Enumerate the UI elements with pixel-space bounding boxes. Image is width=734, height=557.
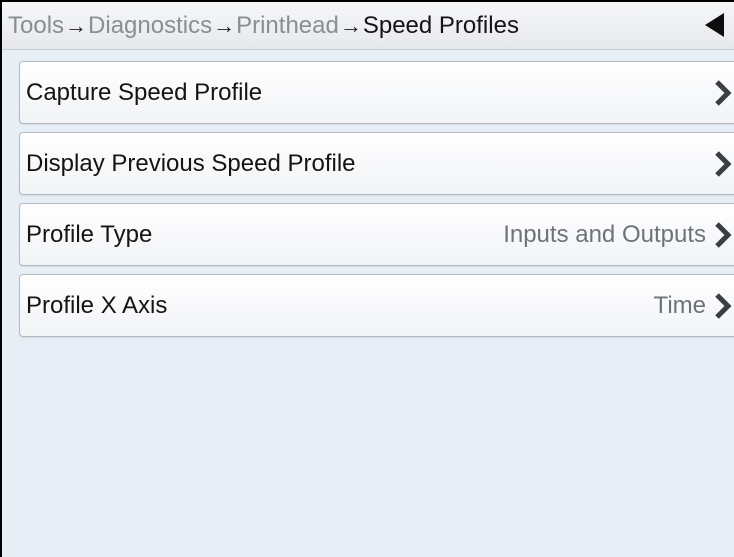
breadcrumb-item-tools[interactable]: Tools [8,12,64,39]
menu-item-label: Display Previous Speed Profile [26,150,356,177]
menu-item-profile-x-axis[interactable]: Profile X Axis Time [19,274,734,337]
menu-item-value: Time [653,292,706,319]
breadcrumb-item-diagnostics[interactable]: Diagnostics [88,12,212,39]
screen: Tools→Diagnostics→Printhead→Speed Profil… [0,0,734,557]
menu-item-display-previous-speed-profile[interactable]: Display Previous Speed Profile [19,132,734,195]
breadcrumb-separator: → [339,13,362,38]
menu-item-label: Profile X Axis [26,292,168,319]
chevron-right-icon [712,221,734,249]
breadcrumb-item-printhead[interactable]: Printhead [236,12,339,39]
menu-item-value: Inputs and Outputs [503,221,706,248]
menu-item-label: Profile Type [26,221,153,248]
menu-list: Capture Speed Profile Display Previous S… [19,61,734,345]
menu-item-profile-type[interactable]: Profile Type Inputs and Outputs [19,203,734,266]
header-bar: Tools→Diagnostics→Printhead→Speed Profil… [2,2,734,50]
chevron-right-icon [712,150,734,178]
back-button[interactable] [700,10,730,40]
breadcrumb-current-page: Speed Profiles [362,12,519,39]
back-arrow-icon [705,13,724,37]
breadcrumb-separator: → [213,13,236,38]
breadcrumb: Tools→Diagnostics→Printhead→Speed Profil… [8,2,519,49]
menu-item-label: Capture Speed Profile [26,79,263,106]
menu-item-capture-speed-profile[interactable]: Capture Speed Profile [19,61,734,124]
chevron-right-icon [712,292,734,320]
breadcrumb-separator: → [65,13,88,38]
chevron-right-icon [712,79,734,107]
